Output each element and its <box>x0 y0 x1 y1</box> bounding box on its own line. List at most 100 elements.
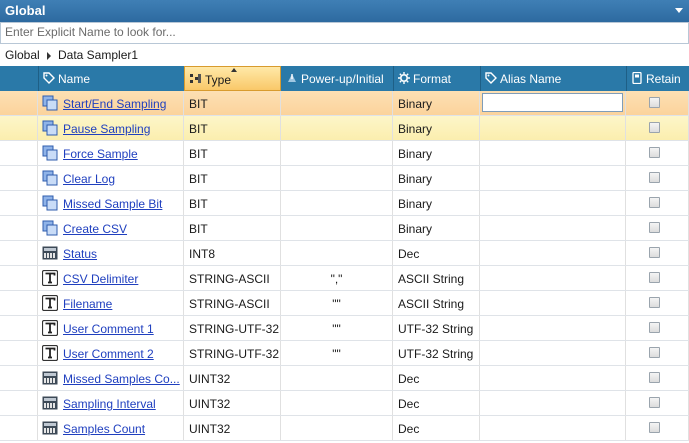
cell-alias[interactable] <box>480 141 626 165</box>
cell-name[interactable]: Pause Sampling <box>38 116 184 140</box>
cell-powerup[interactable]: "," <box>281 266 393 290</box>
cell-retain[interactable] <box>626 116 689 140</box>
retain-checkbox[interactable] <box>649 172 660 183</box>
tag-name-link[interactable]: CSV Delimiter <box>63 272 138 286</box>
table-row[interactable]: Force Sample BIT Binary <box>0 141 689 166</box>
cell-powerup[interactable] <box>281 141 393 165</box>
cell-type[interactable]: BIT <box>184 91 281 115</box>
cell-powerup[interactable] <box>281 116 393 140</box>
retain-checkbox[interactable] <box>649 422 660 433</box>
tag-name-link[interactable]: User Comment 1 <box>63 322 154 336</box>
cell-retain[interactable] <box>626 391 689 415</box>
cell-powerup[interactable] <box>281 216 393 240</box>
column-header-format[interactable]: Format <box>393 66 481 91</box>
tag-name-link[interactable]: Sampling Interval <box>63 397 156 411</box>
table-row[interactable]: Create CSV BIT Binary <box>0 216 689 241</box>
cell-alias[interactable] <box>480 91 626 115</box>
cell-retain[interactable] <box>626 341 689 365</box>
cell-alias[interactable] <box>480 316 626 340</box>
table-row[interactable]: Filename STRING-ASCII "" ASCII String <box>0 291 689 316</box>
tag-name-link[interactable]: Clear Log <box>63 172 115 186</box>
table-row[interactable]: Sampling Interval UINT32 Dec <box>0 391 689 416</box>
table-row[interactable]: Pause Sampling BIT Binary <box>0 116 689 141</box>
cell-alias[interactable] <box>480 341 626 365</box>
cell-name[interactable]: Missed Sample Bit <box>38 191 184 215</box>
cell-alias[interactable] <box>480 391 626 415</box>
tag-name-link[interactable]: Create CSV <box>63 222 127 236</box>
cell-type[interactable]: BIT <box>184 191 281 215</box>
tag-name-link[interactable]: Missed Samples Co... <box>63 372 180 386</box>
cell-type[interactable]: UINT32 <box>184 416 281 440</box>
cell-alias[interactable] <box>480 166 626 190</box>
cell-powerup[interactable] <box>281 241 393 265</box>
breadcrumb-root[interactable]: Global <box>5 48 40 62</box>
cell-format[interactable]: Dec <box>393 366 480 390</box>
cell-retain[interactable] <box>626 316 689 340</box>
search-input[interactable] <box>1 23 685 41</box>
column-header-powerup[interactable]: Power-up/Initial <box>281 66 394 91</box>
cell-alias[interactable] <box>480 416 626 440</box>
cell-name[interactable]: Missed Samples Co... <box>38 366 184 390</box>
cell-type[interactable]: STRING-UTF-32 <box>184 316 281 340</box>
cell-type[interactable]: UINT32 <box>184 366 281 390</box>
column-header-type[interactable]: Type <box>184 66 281 91</box>
cell-retain[interactable] <box>626 241 689 265</box>
cell-retain[interactable] <box>626 166 689 190</box>
retain-checkbox[interactable] <box>649 272 660 283</box>
retain-checkbox[interactable] <box>649 247 660 258</box>
cell-format[interactable]: Dec <box>393 241 480 265</box>
tag-name-link[interactable]: Missed Sample Bit <box>63 197 162 211</box>
breadcrumb-current[interactable]: Data Sampler1 <box>58 48 138 62</box>
column-header-name[interactable]: Name <box>38 66 185 91</box>
retain-checkbox[interactable] <box>649 97 660 108</box>
retain-checkbox[interactable] <box>649 297 660 308</box>
cell-name[interactable]: Status <box>38 241 184 265</box>
cell-type[interactable]: BIT <box>184 141 281 165</box>
cell-powerup[interactable]: "" <box>281 316 393 340</box>
cell-format[interactable]: Binary <box>393 216 480 240</box>
cell-alias[interactable] <box>480 366 626 390</box>
retain-checkbox[interactable] <box>649 147 660 158</box>
table-row[interactable]: User Comment 2 STRING-UTF-32 "" UTF-32 Stri… <box>0 341 689 366</box>
tag-name-link[interactable]: Pause Sampling <box>63 122 150 136</box>
table-row[interactable]: Clear Log BIT Binary <box>0 166 689 191</box>
retain-checkbox[interactable] <box>649 347 660 358</box>
cell-powerup[interactable] <box>281 416 393 440</box>
cell-format[interactable]: ASCII String <box>393 266 480 290</box>
column-header-alias[interactable]: Alias Name <box>480 66 627 91</box>
cell-retain[interactable] <box>626 266 689 290</box>
retain-checkbox[interactable] <box>649 197 660 208</box>
cell-name[interactable]: Force Sample <box>38 141 184 165</box>
cell-name[interactable]: Clear Log <box>38 166 184 190</box>
tag-name-link[interactable]: Filename <box>63 297 112 311</box>
cell-format[interactable]: Binary <box>393 191 480 215</box>
table-row[interactable]: Start/End Sampling BIT Binary <box>0 91 689 116</box>
cell-powerup[interactable]: "" <box>281 291 393 315</box>
cell-retain[interactable] <box>626 291 689 315</box>
cell-format[interactable]: Dec <box>393 391 480 415</box>
table-row[interactable]: Status INT8 Dec <box>0 241 689 266</box>
cell-name[interactable]: User Comment 1 <box>38 316 184 340</box>
cell-retain[interactable] <box>626 191 689 215</box>
cell-retain[interactable] <box>626 416 689 440</box>
table-row[interactable]: Samples Count UINT32 Dec <box>0 416 689 441</box>
cell-type[interactable]: BIT <box>184 166 281 190</box>
cell-powerup[interactable] <box>281 366 393 390</box>
cell-alias[interactable] <box>480 116 626 140</box>
cell-alias[interactable] <box>480 216 626 240</box>
retain-checkbox[interactable] <box>649 372 660 383</box>
cell-type[interactable]: STRING-UTF-32 <box>184 341 281 365</box>
cell-name[interactable]: Samples Count <box>38 416 184 440</box>
cell-retain[interactable] <box>626 216 689 240</box>
cell-powerup[interactable]: "" <box>281 341 393 365</box>
table-row[interactable]: Missed Samples Co... UINT32 Dec <box>0 366 689 391</box>
retain-checkbox[interactable] <box>649 122 660 133</box>
cell-powerup[interactable] <box>281 91 393 115</box>
cell-name[interactable]: Sampling Interval <box>38 391 184 415</box>
cell-type[interactable]: UINT32 <box>184 391 281 415</box>
cell-format[interactable]: Binary <box>393 91 480 115</box>
cell-type[interactable]: STRING-ASCII <box>184 291 281 315</box>
retain-checkbox[interactable] <box>649 222 660 233</box>
cell-alias[interactable] <box>480 266 626 290</box>
table-row[interactable]: User Comment 1 STRING-UTF-32 "" UTF-32 Stri… <box>0 316 689 341</box>
